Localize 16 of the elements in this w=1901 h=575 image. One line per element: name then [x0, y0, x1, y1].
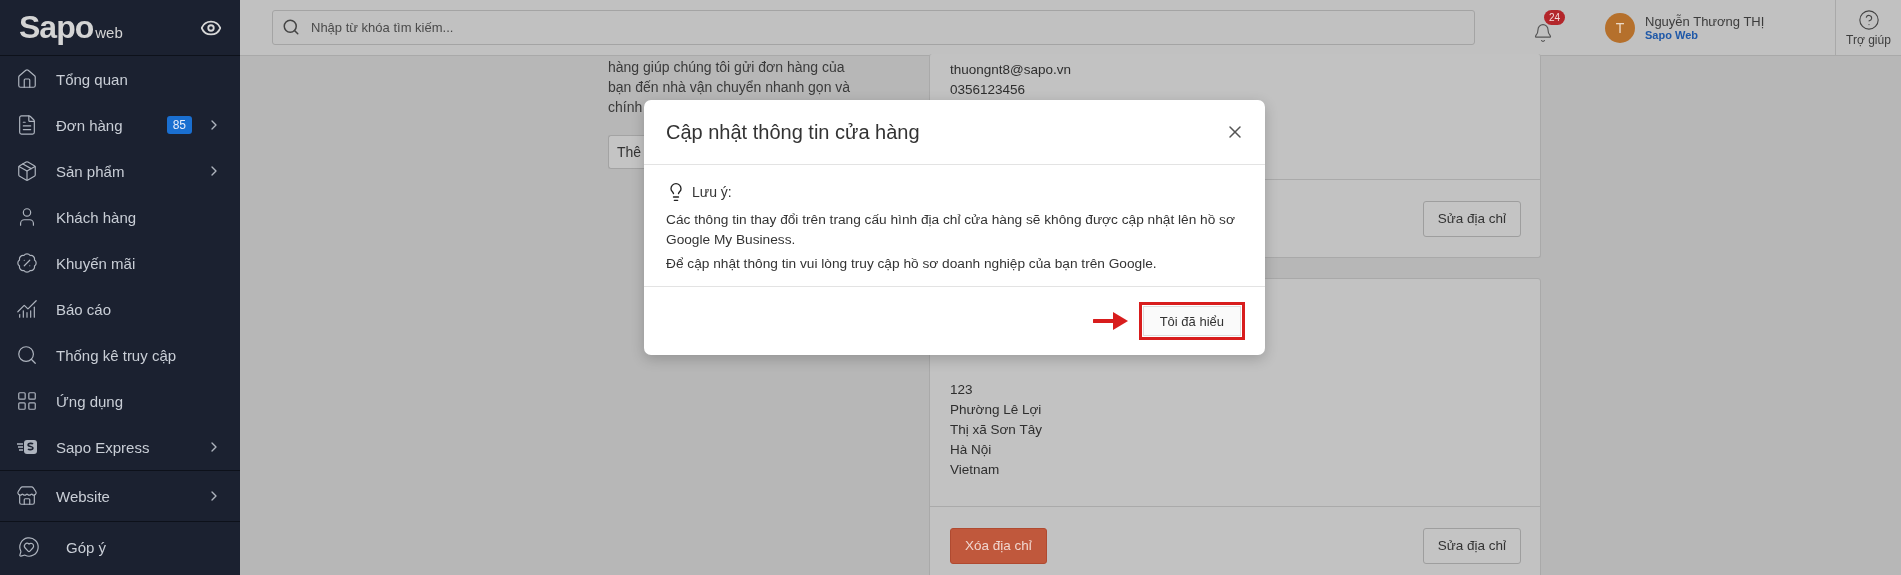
address-line: Phường Lê Lợi	[950, 401, 1043, 419]
address-line: Hà Nội	[950, 441, 993, 459]
description-text: hàng giúp chúng tôi gửi đơn hàng của bạn đến nhà vận chuyển nhanh gọn và chính	[608, 58, 852, 117]
modal-title: Cập nhật thông tin cửa hàng	[666, 120, 920, 144]
count-badge: 85	[166, 116, 192, 134]
notification-badge: 24	[1544, 9, 1566, 25]
address-line: 0356123456	[950, 81, 1027, 99]
note-text: Các thông tin thay đổi trên trang cấu hình địa chỉ cửa hàng sẽ không được cập nhật lên hồ sơ Google My Business.	[666, 211, 1236, 249]
store-name: Sapo Web	[1645, 29, 1699, 41]
user-name: Nguyễn Thương THỊ	[1645, 14, 1765, 29]
address-line: thuongnt8@sapo.vn	[950, 61, 1073, 79]
note-text: Để cập nhật thông tin vui lòng truy cập hồ sơ doanh nghiệp của bạn trên Google.	[666, 255, 1158, 273]
address-line: Vietnam	[950, 461, 1001, 479]
address-line: Thị xã Sơn Tây	[950, 421, 1043, 439]
address-line: 123	[950, 381, 974, 399]
note-label: Lưu ý:	[692, 184, 732, 200]
